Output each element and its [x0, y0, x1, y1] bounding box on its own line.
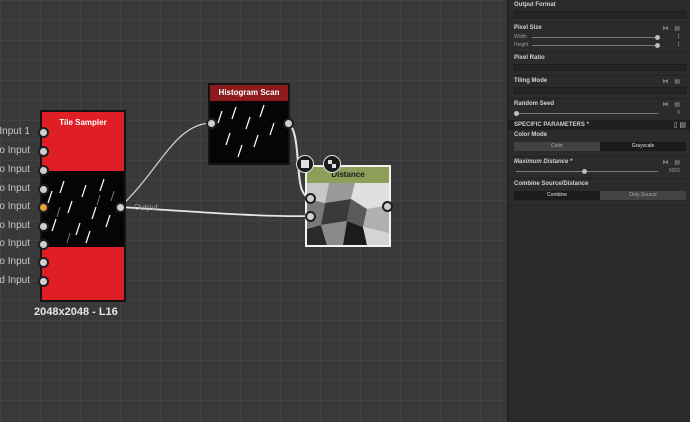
- node-title: Tile Sampler: [59, 118, 107, 127]
- pixel-ratio-section: Pixel Ratio: [508, 53, 690, 76]
- output-port[interactable]: [382, 201, 393, 212]
- pixel-size-section: Pixel Size ⋈ ▤ Width 1 Height 1: [508, 23, 690, 53]
- pixel-ratio-dropdown[interactable]: [514, 64, 686, 71]
- node-size-label: 2048x2048 - L16: [34, 306, 118, 318]
- slider-knob[interactable]: [514, 111, 519, 116]
- slider-value: 1: [677, 42, 680, 48]
- section-title: Color Mode: [514, 132, 547, 138]
- color-mode-section: Color Mode Color Grayscale: [508, 130, 690, 157]
- section-title: Pixel Size: [514, 25, 542, 31]
- node-title: Distance: [307, 167, 389, 183]
- input-port[interactable]: [38, 127, 49, 138]
- section-title-row: Maximum Distance * ⋈ ▤: [514, 158, 686, 167]
- section-title: Tiling Mode: [514, 78, 548, 84]
- slider-knob[interactable]: [582, 169, 587, 174]
- random-seed-section: Random Seed ⋈ ▤ 0: [508, 99, 690, 121]
- tiling-mode-section: Tiling Mode ⋈ ▤: [508, 76, 690, 99]
- input-port-active[interactable]: [38, 202, 49, 213]
- random-seed-slider[interactable]: 0: [514, 109, 686, 117]
- section-title: Combine Source/Distance: [514, 181, 589, 187]
- checker-badge-icon[interactable]: [323, 155, 341, 173]
- width-slider[interactable]: Width 1: [514, 33, 686, 41]
- tile-sampler-node[interactable]: Tile Sampler: [40, 110, 126, 302]
- input-port[interactable]: [38, 276, 49, 287]
- color-mode-toggle: Color Grayscale: [514, 142, 686, 151]
- section-title-row: Pixel Size ⋈ ▤: [514, 24, 686, 33]
- streak-texture-icon: [47, 178, 115, 244]
- properties-panel: Output Format Pixel Size ⋈ ▤ Width 1 Hei…: [507, 0, 690, 422]
- histogram-scan-node[interactable]: Histogram Scan: [208, 83, 290, 165]
- graph-canvas[interactable]: Input 1 o Input o Input o Input o Input …: [0, 0, 507, 422]
- section-title-row: Random Seed ⋈ ▤: [514, 100, 686, 109]
- output-port[interactable]: [115, 202, 126, 213]
- node-thumbnail: [42, 171, 124, 247]
- combine-section: Combine Source/Distance Combine Only Sou…: [508, 179, 690, 206]
- input-label: o Input: [0, 220, 30, 231]
- slider-knob[interactable]: [655, 35, 660, 40]
- app-root: Input 1 o Input o Input o Input o Input …: [0, 0, 690, 422]
- slider-value: 1: [677, 34, 680, 40]
- section-title: Pixel Ratio: [514, 55, 545, 61]
- input-label: o Input: [0, 145, 30, 156]
- node-title: Histogram Scan: [210, 85, 288, 101]
- input-label: o Input: [0, 256, 30, 267]
- input-label: o Input: [0, 238, 30, 249]
- input-port[interactable]: [206, 118, 217, 129]
- max-distance-section: Maximum Distance * ⋈ ▤ 5006: [508, 157, 690, 179]
- only-source-button[interactable]: Only Source: [600, 191, 686, 200]
- combine-button[interactable]: Combine: [514, 191, 600, 200]
- input-port[interactable]: [38, 184, 49, 195]
- max-distance-slider[interactable]: 5006: [514, 167, 686, 175]
- section-title: Output Format: [514, 2, 556, 8]
- document-badge-icon[interactable]: [296, 155, 314, 173]
- section-title: Maximum Distance *: [514, 159, 573, 165]
- input-label: d Input: [0, 275, 30, 286]
- output-port[interactable]: [283, 118, 294, 129]
- slider-track: [516, 171, 658, 172]
- section-title: SPECIFIC PARAMETERS *: [514, 122, 589, 128]
- specific-parameters-header[interactable]: SPECIFIC PARAMETERS * ▯ ▤: [508, 121, 690, 130]
- link-icons[interactable]: ⋈ ▤: [663, 78, 682, 87]
- combine-toggle: Combine Only Source: [514, 191, 686, 200]
- page-icon[interactable]: ▯ ▤: [674, 121, 686, 130]
- slider-track: [532, 37, 658, 38]
- slider-label: Width: [514, 34, 527, 40]
- input-port[interactable]: [38, 165, 49, 176]
- input-port[interactable]: [305, 211, 316, 222]
- input-port[interactable]: [305, 193, 316, 204]
- input-label: o Input: [0, 201, 30, 212]
- input-port[interactable]: [38, 221, 49, 232]
- slider-knob[interactable]: [655, 43, 660, 48]
- input-port[interactable]: [38, 257, 49, 268]
- section-title-row: Tiling Mode ⋈ ▤: [514, 77, 686, 86]
- slider-value: 0: [677, 110, 680, 116]
- tiling-mode-dropdown[interactable]: [514, 87, 686, 94]
- slider-track: [516, 113, 658, 114]
- input-port[interactable]: [38, 146, 49, 157]
- distance-node[interactable]: Distance: [305, 165, 391, 247]
- slider-track: [532, 45, 658, 46]
- height-slider[interactable]: Height 1: [514, 41, 686, 49]
- input-label: o Input: [0, 183, 30, 194]
- input-port[interactable]: [38, 239, 49, 250]
- streak-texture-icon: [217, 104, 275, 158]
- color-mode-color-button[interactable]: Color: [514, 142, 600, 151]
- output-format-dropdown[interactable]: [514, 11, 686, 18]
- input-label: o Input: [0, 164, 30, 175]
- output-format-section: Output Format: [508, 0, 690, 23]
- voronoi-texture-icon: [307, 183, 389, 245]
- slider-label: Height: [514, 42, 529, 48]
- color-mode-grayscale-button[interactable]: Grayscale: [600, 142, 686, 151]
- output-label: Output: [134, 203, 159, 212]
- section-title: Random Seed: [514, 101, 555, 107]
- slider-value: 5006: [668, 168, 680, 174]
- input-label: Input 1: [0, 126, 30, 137]
